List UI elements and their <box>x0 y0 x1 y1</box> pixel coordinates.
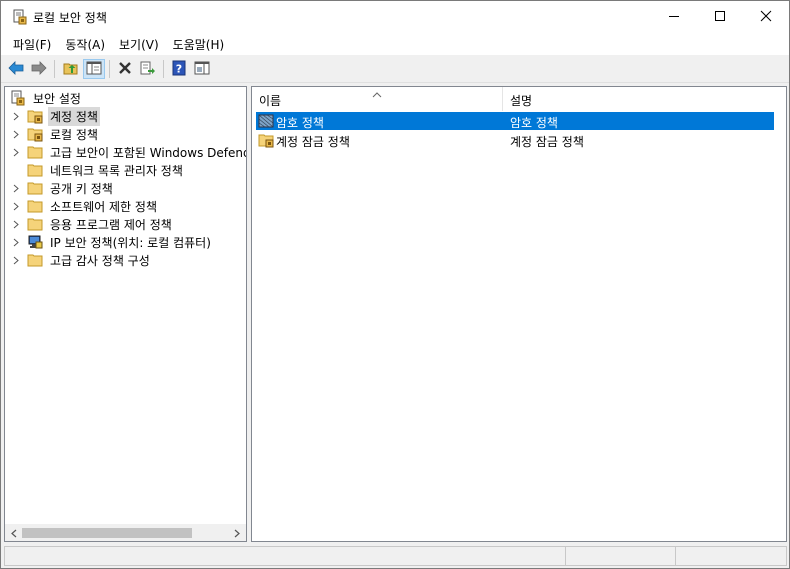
up-one-level-button[interactable] <box>60 59 82 79</box>
show-hide-console-tree-icon <box>86 61 102 78</box>
window-title: 로컬 보안 정책 <box>33 11 107 25</box>
menu-help[interactable]: 도움말(H) <box>167 34 231 55</box>
tree-label: 소프트웨어 제한 정책 <box>50 199 157 214</box>
security-policy-app-icon <box>13 9 27 25</box>
minimize-icon <box>668 10 680 25</box>
column-header-name[interactable]: 이름 <box>259 92 281 109</box>
chevron-right-icon[interactable] <box>11 129 21 139</box>
list-cell-description: 암호 정책 <box>510 116 558 130</box>
forward-button[interactable] <box>28 59 50 79</box>
sort-ascending-icon <box>372 87 382 101</box>
tree-label: 고급 감사 정책 구성 <box>50 253 150 268</box>
export-list-icon <box>140 61 156 78</box>
policy-icon <box>258 113 274 129</box>
tree-root-security-settings[interactable]: 보안 설정 <box>5 89 83 107</box>
folder-lock-icon <box>27 108 44 124</box>
tree-item-account-policies[interactable]: 계정 정책 <box>5 106 100 126</box>
menu-action[interactable]: 동작(A) <box>59 34 111 55</box>
list-row-password-policy[interactable]: 암호 정책 암호 정책 <box>256 112 774 130</box>
close-button[interactable] <box>743 1 789 33</box>
tree-item-windows-defender-firewall[interactable]: 고급 보안이 포함된 Windows Defend <box>5 143 247 161</box>
scroll-right-icon[interactable] <box>231 527 243 539</box>
scrollbar-thumb[interactable] <box>22 528 192 538</box>
chevron-right-icon[interactable] <box>11 255 21 265</box>
toolbar-separator <box>163 60 164 78</box>
folder-icon <box>27 144 44 160</box>
tree-label: 보안 설정 <box>33 91 81 106</box>
tree-label: 계정 정책 <box>48 106 100 126</box>
tree-label: 네트워크 목록 관리자 정책 <box>50 163 183 178</box>
toolbar-separator <box>109 60 110 78</box>
chevron-right-icon[interactable] <box>11 183 21 193</box>
close-icon <box>760 10 772 25</box>
title-bar[interactable]: 로컬 보안 정책 <box>1 1 789 33</box>
folder-icon <box>27 162 44 178</box>
list-cell-name: 계정 잠금 정책 <box>276 135 350 149</box>
ip-security-icon <box>27 234 44 250</box>
folder-icon <box>27 198 44 214</box>
forward-arrow-icon <box>31 60 47 78</box>
expander-placeholder <box>11 165 21 175</box>
tree-item-application-control[interactable]: 응용 프로그램 제어 정책 <box>5 215 174 233</box>
list-cell-description: 계정 잠금 정책 <box>510 135 584 149</box>
console-tree-pane[interactable]: 보안 설정 계정 정책 로컬 정책 고급 보안이 포함된 Windows Def… <box>4 86 247 542</box>
show-hide-action-pane-button[interactable] <box>191 59 213 79</box>
folder-lock-icon <box>27 126 44 142</box>
folder-lock-icon <box>258 132 274 148</box>
tree-label: 응용 프로그램 제어 정책 <box>50 217 172 232</box>
tree-label: 고급 보안이 포함된 Windows Defend <box>50 145 247 160</box>
delete-icon <box>118 61 132 78</box>
chevron-right-icon[interactable] <box>11 147 21 157</box>
horizontal-scrollbar[interactable] <box>5 524 246 541</box>
tree-item-advanced-audit-policy[interactable]: 고급 감사 정책 구성 <box>5 251 152 269</box>
tree-item-public-key-policies[interactable]: 공개 키 정책 <box>5 179 115 197</box>
folder-icon <box>27 252 44 268</box>
tree-item-local-policies[interactable]: 로컬 정책 <box>5 125 100 143</box>
security-settings-icon <box>10 90 27 106</box>
tree-item-ip-security[interactable]: IP 보안 정책(위치: 로컬 컴퓨터) <box>5 233 213 251</box>
status-segment <box>675 547 676 565</box>
show-hide-action-pane-icon <box>194 61 210 78</box>
back-arrow-icon <box>8 60 24 78</box>
tree-item-network-list-manager[interactable]: 네트워크 목록 관리자 정책 <box>5 161 185 179</box>
tree-label: 로컬 정책 <box>50 127 98 142</box>
column-header-description[interactable]: 설명 <box>510 92 532 109</box>
help-button[interactable]: ? <box>168 59 190 79</box>
toolbar-separator <box>54 60 55 78</box>
back-button[interactable] <box>5 59 27 79</box>
up-folder-icon <box>63 61 79 78</box>
help-icon: ? <box>172 60 186 79</box>
chevron-right-icon[interactable] <box>11 201 21 211</box>
menu-view[interactable]: 보기(V) <box>113 34 165 55</box>
maximize-icon <box>714 10 726 25</box>
details-list-pane[interactable]: 이름 설명 암호 정책 암호 정책 계정 잠금 정책 계정 잠금 정책 <box>251 86 787 542</box>
list-header: 이름 설명 <box>252 87 786 111</box>
export-list-button[interactable] <box>137 59 159 79</box>
chevron-right-icon[interactable] <box>11 237 21 247</box>
column-divider[interactable] <box>502 87 503 111</box>
status-segment <box>565 547 566 565</box>
tree-label: IP 보안 정책(위치: 로컬 컴퓨터) <box>50 235 211 250</box>
show-hide-console-tree-button[interactable] <box>83 59 105 79</box>
status-bar <box>4 546 787 566</box>
menu-file[interactable]: 파일(F) <box>7 34 57 55</box>
delete-button[interactable] <box>114 59 136 79</box>
list-row-account-lockout-policy[interactable]: 계정 잠금 정책 계정 잠금 정책 <box>256 131 774 149</box>
tree-item-software-restriction[interactable]: 소프트웨어 제한 정책 <box>5 197 159 215</box>
svg-text:?: ? <box>176 62 182 75</box>
minimize-button[interactable] <box>651 1 697 33</box>
toolbar: ? <box>1 56 789 83</box>
menu-bar: 파일(F) 동작(A) 보기(V) 도움말(H) <box>1 33 789 55</box>
scroll-left-icon[interactable] <box>8 527 20 539</box>
folder-icon <box>27 216 44 232</box>
main-window: 로컬 보안 정책 파일(F) 동작(A) 보기(V) 도움말(H) ? 보안 설… <box>0 0 790 569</box>
list-cell-name: 암호 정책 <box>276 116 324 130</box>
folder-icon <box>27 180 44 196</box>
chevron-right-icon[interactable] <box>11 111 21 121</box>
tree-label: 공개 키 정책 <box>50 181 113 196</box>
chevron-right-icon[interactable] <box>11 219 21 229</box>
maximize-button[interactable] <box>697 1 743 33</box>
